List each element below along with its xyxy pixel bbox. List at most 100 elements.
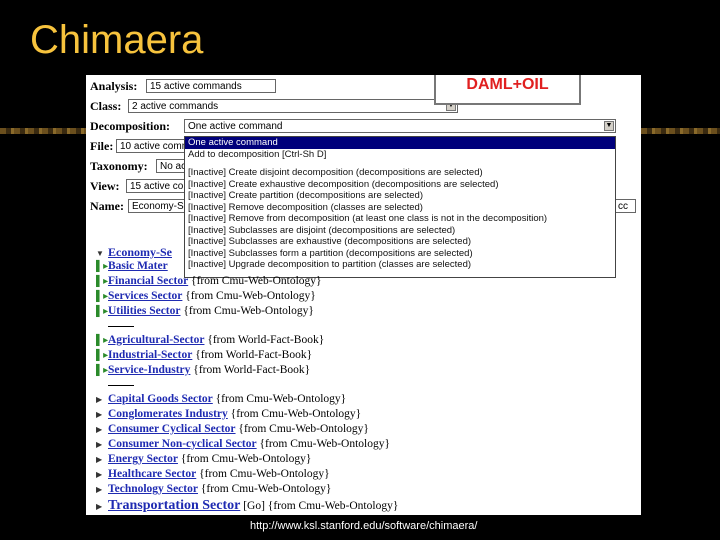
taxonomy-label: Taxonomy: — [90, 159, 148, 173]
tree-node: ▶ Capital Goods Sector {from Cmu-Web-Onto… — [96, 393, 636, 408]
tree-node: ▌▸Financial Sector {from Cmu-Web-Ontolog… — [96, 275, 636, 290]
menu-item[interactable]: [Inactive] Remove from decomposition (at… — [185, 213, 615, 225]
menu-item[interactable]: [Inactive] Subclasses are disjoint (deco… — [185, 225, 615, 237]
collapsed-triangle-icon[interactable]: ▶ — [96, 425, 108, 434]
name-tail-text: cc — [618, 201, 628, 212]
class-source: {from Cmu-Web-Ontology} — [180, 453, 312, 465]
collapsed-triangle-icon[interactable]: ▶ — [96, 455, 108, 464]
slide-title: Chimaera — [30, 18, 204, 62]
class-source: {from Cmu-Web-Ontology} — [230, 408, 362, 420]
tree-node: ▶ Transportation Sector [Go] {from Cmu-We… — [96, 498, 636, 515]
file-value: 10 active commands — [120, 141, 185, 152]
class-link[interactable]: Energy Sector — [108, 453, 178, 465]
tree-node: ▌▸Agricultural-Sector {from World-Fact-B… — [96, 334, 636, 349]
name-input-tail[interactable]: cc — [614, 199, 636, 213]
green-bar-icon: ▌▸ — [96, 335, 109, 346]
file-label: File: — [90, 139, 114, 153]
green-bar-icon: ▌▸ — [96, 350, 109, 361]
decomposition-dropdown[interactable]: One active command ▼ — [184, 119, 616, 133]
class-link[interactable]: Transportation Sector — [108, 498, 240, 513]
chevron-down-icon[interactable]: ▼ — [604, 121, 614, 131]
daml-oil-callout: DAML+OIL — [434, 75, 581, 105]
green-bar-icon: ▌▸ — [96, 276, 109, 287]
class-link[interactable]: Utilities Sector — [108, 305, 181, 317]
footer-url: http://www.ksl.stanford.edu/software/chi… — [250, 520, 478, 532]
class-source: {from Cmu-Web-Ontology} — [185, 290, 316, 302]
class-source: [Go] {from Cmu-Web-Ontology} — [243, 500, 399, 512]
class-label: Class: — [90, 99, 122, 113]
tree-node: ▌▸Industrial-Sector {from World-Fact-Boo… — [96, 349, 636, 364]
class-dropdown[interactable]: 2 active commands ▼ — [128, 99, 458, 113]
name-input[interactable]: Economy-Se... — [128, 199, 186, 213]
decorative-stripe-left — [0, 128, 86, 134]
menu-item[interactable]: Add to decomposition [Ctrl-Sh D] — [185, 149, 615, 161]
name-label: Name: — [90, 199, 124, 213]
class-link[interactable]: Agricultural-Sector — [108, 334, 204, 346]
menu-item[interactable]: [Inactive] Create partition (decompositi… — [185, 190, 615, 202]
green-bar-icon: ▌▸ — [96, 306, 109, 317]
class-link[interactable]: Basic Mater — [108, 260, 168, 272]
class-value: 2 active commands — [132, 101, 219, 112]
class-link[interactable]: Technology Sector — [108, 483, 198, 495]
tree-root: ▼ Economy-Se — [96, 245, 636, 260]
decomposition-value: One active command — [188, 121, 283, 132]
analysis-dropdown[interactable]: 15 active commands — [146, 79, 276, 93]
class-link[interactable]: Industrial-Sector — [108, 349, 192, 361]
class-source: {from Cmu-Web-Ontology} — [200, 483, 332, 495]
view-value: 15 active comm — [130, 181, 185, 192]
tree-root-link[interactable]: Economy-Se — [108, 245, 172, 259]
class-link[interactable]: Capital Goods Sector — [108, 393, 213, 405]
collapsed-triangle-icon[interactable]: ▶ — [96, 440, 108, 449]
class-link[interactable]: Financial Sector — [108, 275, 188, 287]
class-link[interactable]: Consumer Cyclical Sector — [108, 423, 236, 435]
tree-node: ▌▸Services Sector {from Cmu-Web-Ontology… — [96, 290, 636, 305]
class-source: {from World-Fact-Book} — [195, 349, 313, 361]
class-source: {from Cmu-Web-Ontology} — [191, 275, 322, 287]
green-bar-icon: ▌▸ — [96, 291, 109, 302]
tree-node: ▌▸Service-Industry {from World-Fact-Book… — [96, 364, 636, 379]
analysis-label: Analysis: — [90, 79, 138, 93]
collapsed-triangle-icon[interactable]: ▶ — [96, 502, 108, 511]
class-source: {from Cmu-Web-Ontology} — [199, 468, 330, 480]
tree-node: ▶ Consumer Cyclical Sector {from Cmu-Web-… — [96, 423, 636, 438]
chimaera-screenshot: Analysis: 15 active commands Class: 2 ac… — [86, 75, 641, 515]
class-link[interactable]: Services Sector — [108, 290, 182, 302]
class-source: {from Cmu-Web-Ontology} — [215, 393, 347, 405]
collapsed-triangle-icon[interactable]: ▶ — [96, 395, 108, 404]
class-source: {from Cmu-Web-Ontology} — [183, 305, 314, 317]
decomposition-label: Decomposition: — [90, 119, 170, 133]
class-source: {from Cmu-Web-Ontology} — [238, 423, 369, 435]
view-dropdown[interactable]: 15 active comm — [126, 179, 186, 193]
menu-item[interactable]: [Inactive] Create exhaustive decompositi… — [185, 179, 615, 191]
green-bar-icon: ▌▸ — [96, 365, 109, 376]
tree-node: ▶ Conglomerates Industry {from Cmu-Web-On… — [96, 408, 636, 423]
menu-separator — [185, 160, 615, 167]
expand-triangle-icon[interactable]: ▼ — [96, 249, 108, 258]
class-tree: ▼ Economy-Se ▌▸Basic Mater ▌▸Financial Se… — [96, 245, 636, 515]
taxonomy-value: No active — [160, 161, 185, 172]
green-bar-icon: ▌▸ — [96, 261, 109, 272]
class-link[interactable]: Healthcare Sector — [108, 468, 196, 480]
decomposition-divider — [108, 385, 134, 386]
view-label: View: — [90, 179, 120, 193]
file-dropdown[interactable]: 10 active commands — [116, 139, 186, 153]
menu-item[interactable]: [Inactive] Create disjoint decomposition… — [185, 167, 615, 179]
decorative-stripe-right — [641, 128, 720, 134]
menu-item[interactable]: [Inactive] Remove decomposition (classes… — [185, 202, 615, 214]
taxonomy-dropdown[interactable]: No active — [156, 159, 186, 173]
class-source: {from Cmu-Web-Ontology} — [259, 438, 391, 450]
class-link[interactable]: Service-Industry — [108, 364, 190, 376]
class-source: {from World-Fact-Book} — [193, 364, 311, 376]
tree-node: ▌▸Utilities Sector {from Cmu-Web-Ontolog… — [96, 305, 636, 320]
tree-node: ▶ Consumer Non-cyclical Sector {from Cmu-… — [96, 438, 636, 453]
collapsed-triangle-icon[interactable]: ▶ — [96, 410, 108, 419]
collapsed-triangle-icon[interactable]: ▶ — [96, 485, 108, 494]
decomposition-divider — [108, 326, 134, 327]
menu-item[interactable]: One active command — [185, 137, 615, 149]
collapsed-triangle-icon[interactable]: ▶ — [96, 470, 108, 479]
tree-node: ▶ Energy Sector {from Cmu-Web-Ontology} — [96, 453, 636, 468]
tree-node: ▶ Healthcare Sector {from Cmu-Web-Ontolog… — [96, 468, 636, 483]
class-link[interactable]: Consumer Non-cyclical Sector — [108, 438, 257, 450]
tree-node: ▶ Technology Sector {from Cmu-Web-Ontolog… — [96, 483, 636, 498]
class-link[interactable]: Conglomerates Industry — [108, 408, 228, 420]
